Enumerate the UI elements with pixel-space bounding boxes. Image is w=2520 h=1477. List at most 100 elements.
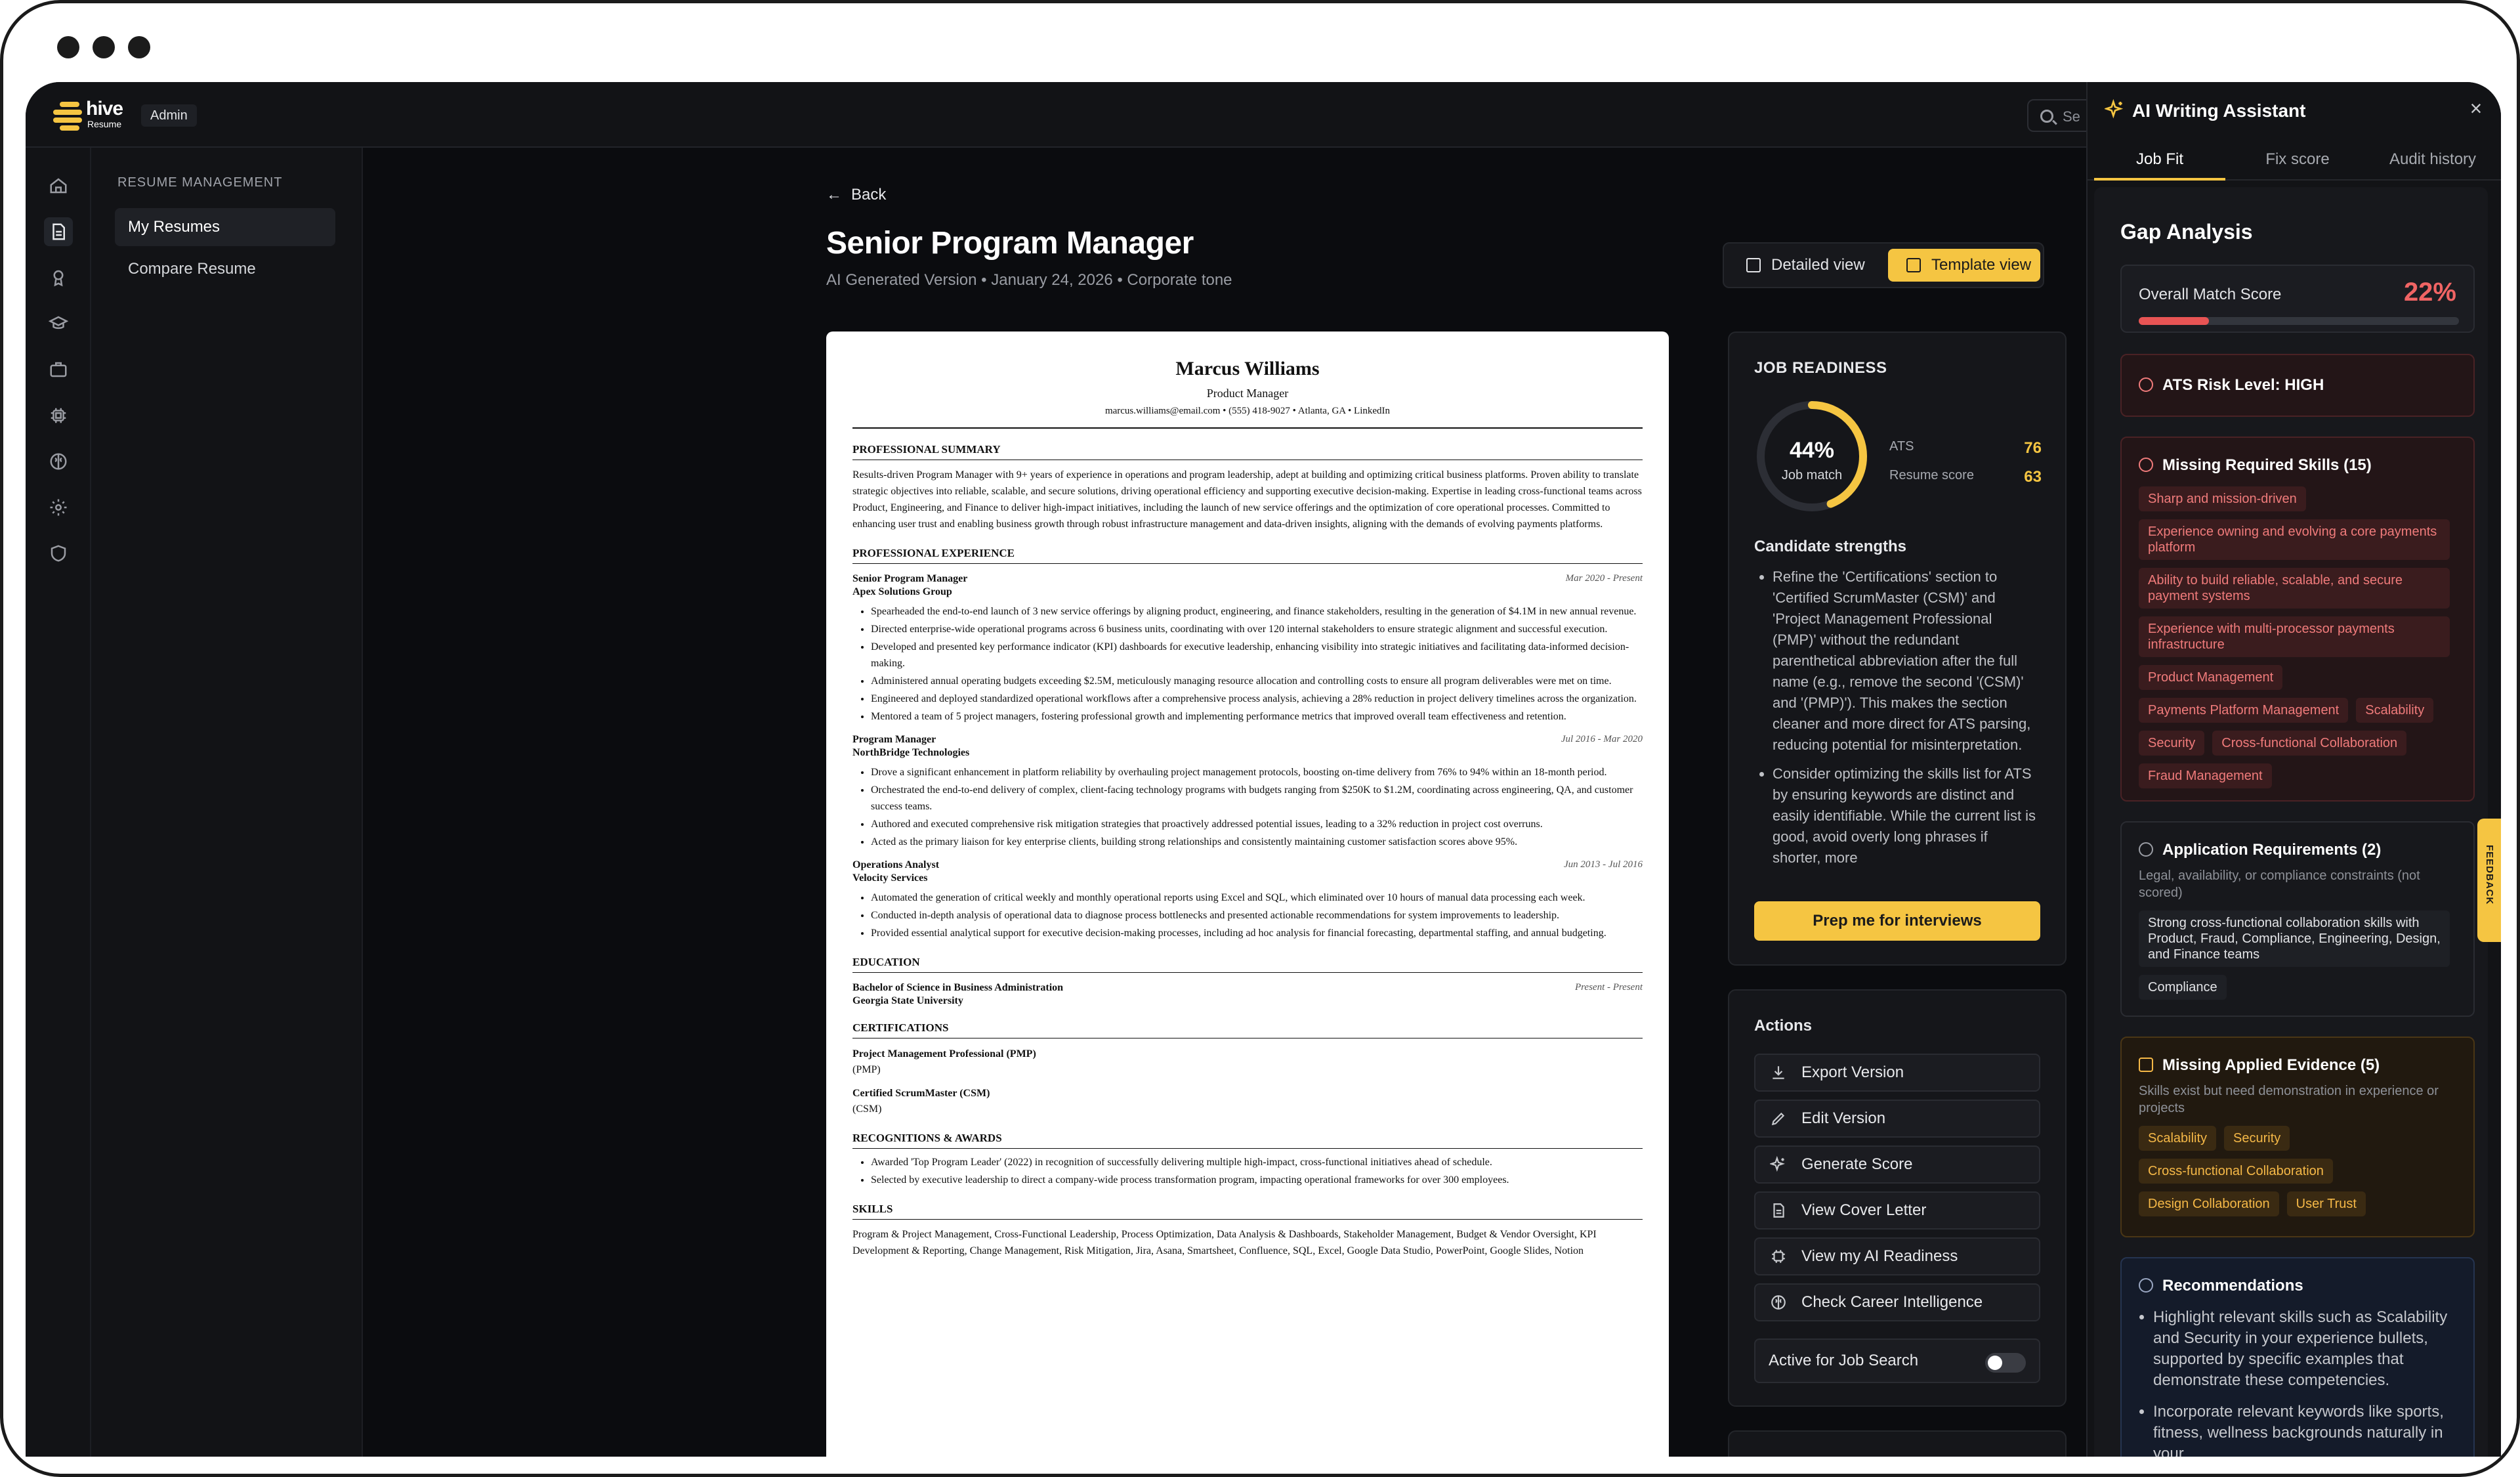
- job-company: Apex Solutions Group: [852, 586, 952, 597]
- recommendations-list: Highlight relevant skills such as Scalab…: [2139, 1307, 2467, 1457]
- evidence-chip[interactable]: Scalability: [2139, 1126, 2217, 1151]
- edit-version-button[interactable]: Edit Version: [1754, 1100, 2040, 1138]
- document-icon[interactable]: [44, 217, 73, 246]
- evidence-chip[interactable]: User Trust: [2286, 1191, 2366, 1216]
- template-view-button[interactable]: Template view: [1888, 249, 2040, 282]
- ai-writing-assistant-panel: AI Writing Assistant × Job Fit Fix score…: [2086, 82, 2501, 1457]
- education-dates: Present - Present: [1574, 982, 1643, 993]
- skill-chip[interactable]: Experience owning and evolving a core pa…: [2139, 519, 2450, 560]
- tab-audit-history[interactable]: Audit history: [2363, 141, 2501, 181]
- candidate-strengths-title: Candidate strengths: [1754, 538, 1907, 555]
- submenu-item-compare-resume[interactable]: Compare Resume: [115, 250, 335, 288]
- hive-logo-icon[interactable]: [53, 102, 85, 131]
- export-version-button[interactable]: Export Version: [1754, 1054, 2040, 1092]
- resume-skills-heading: SKILLS: [852, 1203, 1643, 1220]
- top-bar: hive Resume Admin Se: [26, 82, 2099, 148]
- view-ai-readiness-button[interactable]: View my AI Readiness: [1754, 1237, 2040, 1275]
- view-cover-letter-button[interactable]: View Cover Letter: [1754, 1191, 2040, 1230]
- skill-chip[interactable]: Cross-functional Collaboration: [2212, 731, 2407, 756]
- requirement-chip[interactable]: Compliance: [2139, 975, 2227, 1000]
- tab-job-fit[interactable]: Job Fit: [2094, 141, 2225, 181]
- app-window: hive Resume Admin Se RESUME MANAGEMENT M…: [26, 82, 2501, 1457]
- candidate-strengths-list[interactable]: Refine the 'Certifications' section to '…: [1754, 567, 2038, 888]
- actions-card: Actions Export Version Edit Version Gene…: [1728, 989, 2067, 1407]
- resume-summary-heading: PROFESSIONAL SUMMARY: [852, 443, 1643, 460]
- arrow-left-icon: ←: [826, 186, 842, 203]
- submenu-item-my-resumes[interactable]: My Resumes: [115, 208, 335, 246]
- resume-score-label: Resume score: [1889, 468, 1974, 482]
- evidence-chip[interactable]: Security: [2224, 1126, 2290, 1151]
- resume-preview[interactable]: Marcus Williams Product Manager marcus.w…: [826, 332, 1669, 1457]
- brand-name: hive: [86, 98, 123, 119]
- skill-chip[interactable]: Sharp and mission-driven: [2139, 486, 2306, 511]
- application-requirements-box: Application Requirements (2) Legal, avai…: [2120, 821, 2475, 1017]
- admin-badge[interactable]: Admin: [141, 104, 197, 127]
- resume-name: Marcus Williams: [1175, 358, 1320, 379]
- briefcase-icon[interactable]: [44, 355, 73, 384]
- export-version-label: Export Version: [1801, 1063, 1904, 1081]
- job-bullet: Mentored a team of 5 project managers, f…: [871, 708, 1643, 725]
- overall-match-value: 22%: [2403, 278, 2456, 307]
- job-company: Velocity Services: [852, 872, 928, 884]
- resume-score-row: Resume score 63: [1889, 468, 2042, 486]
- job-bullet: Administered annual operating budgets ex…: [871, 673, 1643, 689]
- home-icon[interactable]: [44, 171, 73, 200]
- evidence-chip[interactable]: Design Collaboration: [2139, 1191, 2279, 1216]
- job-dates: Jul 2016 - Mar 2020: [1561, 734, 1643, 744]
- tab-fix-score[interactable]: Fix score: [2232, 141, 2363, 181]
- file-icon: [1906, 258, 1921, 272]
- missing-skills-chips: Sharp and mission-driven Experience owni…: [2139, 486, 2467, 788]
- brain-icon: [1771, 1295, 1786, 1310]
- active-job-search-toggle[interactable]: [1985, 1353, 2026, 1373]
- gap-analysis-title: Gap Analysis: [2120, 220, 2253, 244]
- skill-chip[interactable]: Scalability: [2356, 698, 2434, 723]
- submenu-heading: RESUME MANAGEMENT: [117, 175, 283, 190]
- job-title: Operations Analyst: [852, 859, 940, 870]
- alert-icon: [2139, 377, 2153, 392]
- back-link[interactable]: ← Back: [826, 186, 886, 204]
- brain-icon[interactable]: [44, 447, 73, 476]
- ats-score-row: ATS 76: [1889, 439, 2042, 457]
- application-requirements-chips: Strong cross-functional collaboration sk…: [2139, 910, 2467, 1000]
- skill-chip[interactable]: Security: [2139, 731, 2205, 756]
- close-icon[interactable]: ×: [2464, 96, 2488, 120]
- job-bullet: Engineered and deployed standardized ope…: [871, 691, 1643, 707]
- skill-chip[interactable]: Ability to build reliable, scalable, and…: [2139, 568, 2450, 609]
- view-ai-readiness-label: View my AI Readiness: [1801, 1247, 1958, 1265]
- education-school: Georgia State University: [852, 995, 963, 1006]
- shield-icon[interactable]: [44, 539, 73, 568]
- window-minimize-dot[interactable]: [93, 36, 115, 58]
- settings-gear-icon[interactable]: [44, 493, 73, 522]
- missing-skills-title: Missing Required Skills (15): [2162, 456, 2372, 474]
- resume-experience-heading: PROFESSIONAL EXPERIENCE: [852, 547, 1643, 564]
- missing-evidence-box: Missing Applied Evidence (5) Skills exis…: [2120, 1037, 2475, 1237]
- ats-risk-heading: ATS Risk Level: HIGH: [2139, 376, 2324, 395]
- skill-chip[interactable]: Payments Platform Management: [2139, 698, 2349, 723]
- prep-interviews-button[interactable]: Prep me for interviews: [1754, 901, 2040, 941]
- job-readiness-title: JOB READINESS: [1754, 359, 1887, 377]
- resume-management-menu: RESUME MANAGEMENT My Resumes Compare Res…: [91, 148, 363, 1457]
- application-requirements-title: Application Requirements (2): [2162, 841, 2382, 859]
- window-close-dot[interactable]: [57, 36, 79, 58]
- detailed-view-button[interactable]: Detailed view: [1728, 249, 1885, 282]
- job-title: Program Manager: [852, 734, 936, 745]
- job-match-percent: 44%: [1789, 438, 1835, 463]
- requirement-chip[interactable]: Strong cross-functional collaboration sk…: [2139, 910, 2450, 967]
- feedback-tab[interactable]: FEEDBACK: [2477, 819, 2501, 942]
- evidence-chip[interactable]: Cross-functional Collaboration: [2139, 1159, 2333, 1184]
- award-icon[interactable]: [44, 263, 73, 292]
- skill-chip[interactable]: Product Management: [2139, 665, 2283, 690]
- device-frame: hive Resume Admin Se RESUME MANAGEMENT M…: [0, 0, 2520, 1477]
- window-zoom-dot[interactable]: [128, 36, 150, 58]
- generate-score-button[interactable]: Generate Score: [1754, 1145, 2040, 1184]
- job-bullet: Spearheaded the end-to-end launch of 3 n…: [871, 603, 1643, 620]
- skill-chip[interactable]: Fraud Management: [2139, 763, 2272, 788]
- gap-analysis-panel[interactable]: Gap Analysis Overall Match Score 22% ATS…: [2094, 187, 2488, 1457]
- skill-chip[interactable]: Experience with multi-processor payments…: [2139, 616, 2450, 657]
- education-degree: Bachelor of Science in Business Administ…: [852, 982, 1064, 993]
- check-career-intelligence-button[interactable]: Check Career Intelligence: [1754, 1283, 2040, 1321]
- chip-icon[interactable]: [44, 401, 73, 430]
- resume-score-value: 63: [2024, 468, 2042, 486]
- job-dates: Mar 2020 - Present: [1565, 573, 1643, 584]
- graduation-cap-icon[interactable]: [44, 309, 73, 338]
